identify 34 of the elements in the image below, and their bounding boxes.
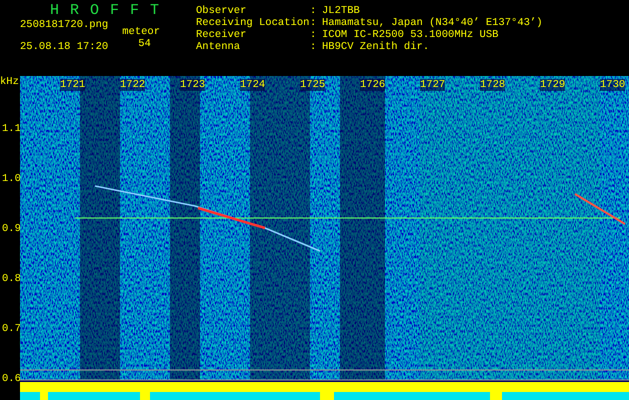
frequency-label: 0.9 — [2, 223, 21, 235]
time-label: 1721 — [60, 79, 86, 91]
info-label: Receiving Location — [196, 17, 310, 29]
info-value: ICOM IC-R2500 53.1000MHz USB — [322, 29, 498, 41]
frequency-label: 0.8 — [2, 273, 21, 285]
time-label: 1725 — [300, 79, 326, 91]
date-time: 25.08.18 17:20 — [20, 41, 108, 53]
info-separator: : — [310, 17, 318, 29]
time-label: 1728 — [480, 79, 506, 91]
frequency-label: 1.0 — [2, 173, 21, 185]
app-title: HROFFT — [49, 1, 172, 19]
time-label: 1727 — [420, 79, 446, 91]
info-label: Receiver — [196, 29, 248, 41]
meteor-count: 54 — [137, 38, 151, 50]
axis-unit: kHz — [0, 76, 19, 88]
info-value: Hamamatsu, Japan (N34°40’ E137°43’) — [322, 17, 543, 29]
info-separator: : — [310, 41, 318, 53]
frequency-label: 0.7 — [2, 323, 21, 335]
info-label: Observer — [196, 5, 248, 17]
frequency-label: 1.1 — [2, 123, 21, 135]
time-label: 1722 — [120, 79, 146, 91]
info-separator: : — [310, 5, 318, 17]
time-label: 1726 — [360, 79, 386, 91]
info-value: JL2TBB — [322, 5, 360, 17]
time-label: 1724 — [240, 79, 266, 91]
meteor-label: meteor — [122, 26, 160, 38]
info-label: Antenna — [196, 41, 242, 53]
time-label: 1730 — [600, 79, 626, 91]
time-label: 1723 — [180, 79, 206, 91]
file-name: 2508181720.png — [20, 19, 108, 31]
time-label: 1729 — [540, 79, 566, 91]
frequency-label: 0.6 — [2, 373, 21, 385]
info-separator: : — [310, 29, 318, 41]
info-value: HB9CV Zenith dir. — [322, 41, 430, 53]
